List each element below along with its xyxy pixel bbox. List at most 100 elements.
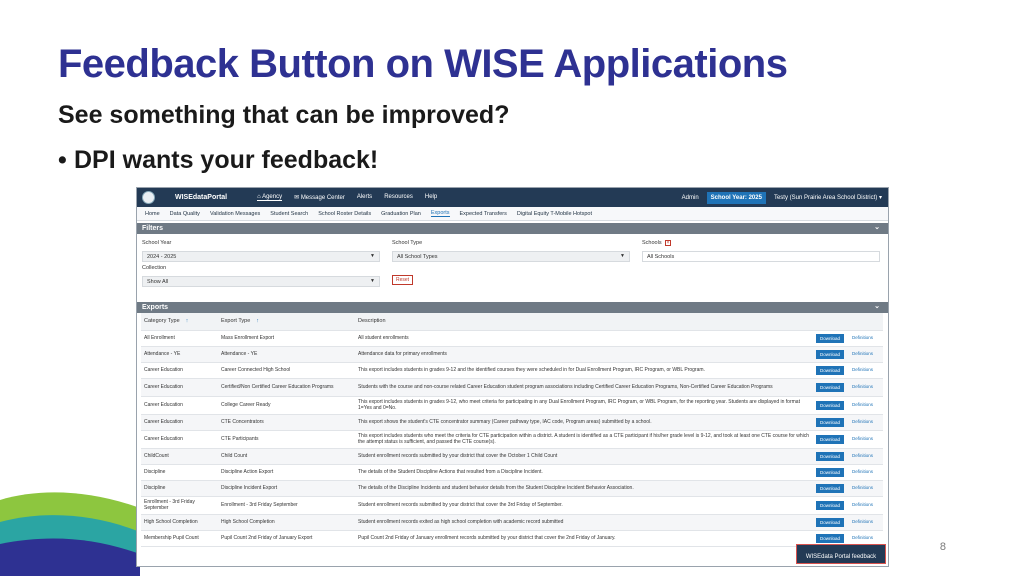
feedback-button[interactable]: WISEdata Portal feedback: [796, 544, 886, 564]
sort-arrow-icon: ↑: [256, 318, 259, 325]
download-button[interactable]: Download: [816, 349, 845, 359]
cell-category: Membership Pupil Count: [141, 530, 218, 547]
collection-select[interactable]: Show All ▼: [142, 276, 380, 287]
download-button[interactable]: Download: [816, 400, 845, 410]
cell-description: This export shows the student's CTE conc…: [355, 414, 813, 431]
definitions-link[interactable]: Definitions: [852, 367, 873, 372]
cell-description: Student enrollment records submitted by …: [355, 496, 813, 515]
cell-category: Enrollment - 3rd Friday September: [141, 496, 218, 515]
table-row: Career Education CTE Concentrators This ex…: [141, 414, 883, 431]
definitions-link[interactable]: Definitions: [852, 419, 873, 424]
app-screenshot: WISEdataPortal ⌂ Agency ✉ Message Center…: [136, 187, 889, 567]
definitions-link[interactable]: Definitions: [852, 384, 873, 389]
download-button[interactable]: Download: [816, 451, 845, 461]
definitions-link[interactable]: Definitions: [852, 436, 873, 441]
slide-subtitle: See something that can be improved?: [58, 101, 510, 129]
cell-description: Student enrollment records exited as hig…: [355, 514, 813, 531]
clear-schools-icon[interactable]: ×: [665, 240, 671, 246]
cell-definitions: Definitions: [849, 330, 883, 347]
table-row: All Enrollment Mass Enrollment Export All …: [141, 330, 883, 347]
col-category-type[interactable]: Category Type ↑: [141, 313, 218, 331]
cell-definitions: Definitions: [849, 346, 883, 363]
definitions-link[interactable]: Definitions: [852, 519, 873, 524]
exports-table: Category Type ↑ Export Type ↑ Description …: [141, 313, 883, 547]
subnav-digital-equity[interactable]: Digital Equity T-Mobile Hotspot: [517, 211, 592, 217]
schools-label: Schools: [642, 240, 662, 246]
top-right: Admin School Year: 2025 Testy (Sun Prair…: [682, 191, 882, 204]
definitions-link[interactable]: Definitions: [852, 351, 873, 356]
decorative-wave: [0, 492, 140, 576]
download-button[interactable]: Download: [816, 382, 845, 392]
cell-download: Download: [813, 378, 849, 397]
cell-category: Career Education: [141, 378, 218, 397]
col-description[interactable]: Description: [355, 313, 813, 331]
download-button[interactable]: Download: [816, 434, 845, 444]
nav-help[interactable]: Help: [425, 194, 437, 201]
reset-button[interactable]: Reset: [392, 275, 414, 285]
cell-category: High School Completion: [141, 514, 218, 531]
bullet-text: DPI wants your feedback!: [74, 146, 379, 174]
definitions-link[interactable]: Definitions: [852, 335, 873, 340]
subnav-student-search[interactable]: Student Search: [270, 211, 308, 217]
cell-definitions: Definitions: [849, 448, 883, 465]
download-button[interactable]: Download: [816, 500, 845, 510]
definitions-link[interactable]: Definitions: [852, 453, 873, 458]
download-button[interactable]: Download: [816, 333, 845, 343]
school-year-badge[interactable]: School Year: 2025: [706, 191, 766, 204]
table-row: ChildCount Child Count Student enrollment …: [141, 448, 883, 465]
admin-link[interactable]: Admin: [682, 195, 699, 201]
download-button[interactable]: Download: [816, 533, 845, 543]
col-export-type[interactable]: Export Type ↑: [218, 313, 355, 331]
subnav-exports[interactable]: Exports: [430, 210, 450, 217]
definitions-link[interactable]: Definitions: [852, 502, 873, 507]
wise-logo-icon: [142, 191, 155, 204]
cell-definitions: Definitions: [849, 396, 883, 415]
schools-input[interactable]: All Schools: [642, 251, 880, 262]
cell-download: Download: [813, 330, 849, 347]
cell-download: Download: [813, 362, 849, 379]
cell-definitions: Definitions: [849, 414, 883, 431]
download-button[interactable]: Download: [816, 483, 845, 493]
nav-alerts[interactable]: Alerts: [357, 194, 372, 201]
definitions-link[interactable]: Definitions: [852, 535, 873, 540]
cell-category: Career Education: [141, 362, 218, 379]
chevron-down-icon[interactable]: ⌄: [874, 302, 880, 310]
nav-message-center[interactable]: ✉ Message Center: [294, 194, 345, 201]
cell-description: The details of the Student Discipline Ac…: [355, 464, 813, 481]
cell-category: Career Education: [141, 396, 218, 415]
nav-agency[interactable]: ⌂ Agency: [257, 194, 283, 201]
subnav-school-roster[interactable]: School Roster Details: [318, 211, 371, 217]
cell-description: This export includes students who meet t…: [355, 430, 813, 449]
nav-resources[interactable]: Resources: [384, 194, 413, 201]
table-row: Career Education CTE Participants This exp…: [141, 430, 883, 449]
download-button[interactable]: Download: [816, 467, 845, 477]
user-menu[interactable]: Testy (Sun Prairie Area School District)…: [774, 194, 882, 201]
brand-name: WISEdataPortal: [175, 194, 228, 201]
top-bar: WISEdataPortal ⌂ Agency ✉ Message Center…: [137, 188, 888, 207]
school-type-select[interactable]: All School Types ▼: [392, 251, 630, 262]
download-button[interactable]: Download: [816, 517, 845, 527]
subnav-validation-messages[interactable]: Validation Messages: [210, 211, 260, 217]
table-row: Discipline Discipline Action Export The de…: [141, 464, 883, 481]
table-row: Career Education Career Connected High Sc…: [141, 362, 883, 379]
cell-category: Career Education: [141, 414, 218, 431]
subnav-expected-transfers[interactable]: Expected Transfers: [460, 211, 507, 217]
chevron-down-icon[interactable]: ⌄: [874, 223, 880, 231]
cell-description: This export includes students in grades …: [355, 396, 813, 415]
subnav-graduation-plan[interactable]: Graduation Plan: [381, 211, 421, 217]
definitions-link[interactable]: Definitions: [852, 402, 873, 407]
cell-description: Students with the course and non-course …: [355, 378, 813, 397]
subnav-home[interactable]: Home: [145, 211, 160, 217]
cell-category: ChildCount: [141, 448, 218, 465]
definitions-link[interactable]: Definitions: [852, 485, 873, 490]
filters-header[interactable]: Filters ⌄: [137, 223, 888, 234]
definitions-link[interactable]: Definitions: [852, 469, 873, 474]
subnav-data-quality[interactable]: Data Quality: [170, 211, 200, 217]
cell-download: Download: [813, 480, 849, 497]
exports-header[interactable]: Exports ⌄: [137, 302, 888, 313]
download-button[interactable]: Download: [816, 365, 845, 375]
cell-download: Download: [813, 396, 849, 415]
exports-panel: Category Type ↑ Export Type ↑ Description …: [137, 313, 888, 547]
download-button[interactable]: Download: [816, 417, 845, 427]
school-year-select[interactable]: 2024 - 2025 ▼: [142, 251, 380, 262]
